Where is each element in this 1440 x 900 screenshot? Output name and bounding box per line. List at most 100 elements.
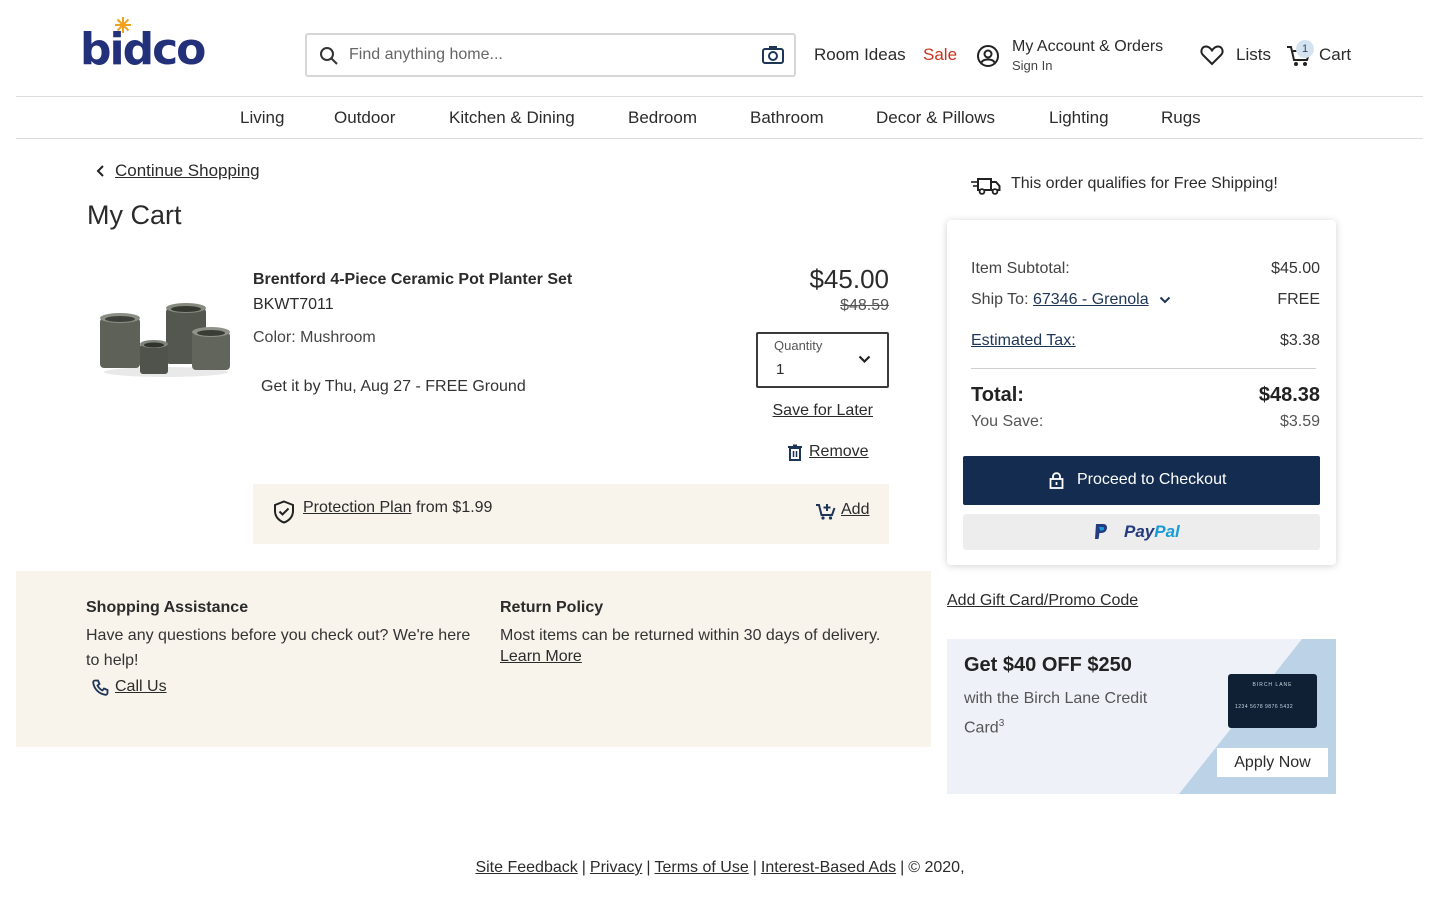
chevron-down-icon[interactable] xyxy=(1159,296,1171,304)
product-sku: BKWT7011 xyxy=(253,296,334,313)
chevron-down-icon xyxy=(858,355,871,364)
sale-link[interactable]: Sale xyxy=(923,45,957,65)
ship-to-zip-link[interactable]: 67346 - Grenola xyxy=(1033,291,1149,308)
trash-icon xyxy=(788,444,802,461)
lists-label: Lists xyxy=(1236,45,1271,64)
promo-text: with the Birch Lane Credit Card3 xyxy=(964,686,1184,740)
site-header: bidco Room Ideas Sale My Account & Order… xyxy=(0,0,1440,97)
paypal-label-pal: Pal xyxy=(1154,522,1180,541)
product-image[interactable] xyxy=(96,298,236,378)
promo-footnote: 3 xyxy=(998,718,1005,729)
protection-plan-box: Protection Plan from $1.99 Add xyxy=(253,484,889,544)
shopping-assistance-title: Shopping Assistance xyxy=(86,599,249,616)
nav-outdoor[interactable]: Outdoor xyxy=(334,108,395,128)
category-nav: Living Outdoor Kitchen & Dining Bedroom … xyxy=(0,108,1440,130)
protection-plan-price: from $1.99 xyxy=(415,499,493,516)
credit-card-image: BIRCH LANE 1234 5678 9876 5432 xyxy=(1228,674,1317,728)
protection-plan-link[interactable]: Protection Plan xyxy=(303,499,412,516)
phone-icon xyxy=(92,679,109,696)
tax-row: Estimated Tax: $3.38 xyxy=(971,332,1320,350)
chevron-left-icon xyxy=(96,165,104,177)
credit-card-promo: Get $40 OFF $250 with the Birch Lane Cre… xyxy=(947,639,1336,794)
tax-value: $3.38 xyxy=(1279,332,1320,349)
truck-icon xyxy=(971,178,1001,195)
free-shipping-text: This order qualifies for Free Shipping! xyxy=(1011,175,1278,192)
assistance-band: Shopping Assistance Have any questions b… xyxy=(16,571,931,747)
heart-icon xyxy=(1200,45,1224,66)
paypal-button[interactable]: PayPal xyxy=(963,514,1320,550)
nav-rugs[interactable]: Rugs xyxy=(1161,108,1201,128)
search-input[interactable] xyxy=(349,43,749,67)
learn-more-link[interactable]: Learn More xyxy=(500,648,582,665)
apply-now-button[interactable]: Apply Now xyxy=(1217,748,1328,777)
total-label: Total: xyxy=(971,384,1024,406)
item-price: $45.00 xyxy=(809,264,889,294)
subtotal-value: $45.00 xyxy=(1271,260,1320,277)
camera-icon[interactable] xyxy=(762,45,784,65)
shopping-assistance-text: Have any questions before you check out?… xyxy=(86,627,471,669)
cart-label: Cart xyxy=(1319,45,1352,64)
product-color: Color: Mushroom xyxy=(253,329,376,346)
quantity-value: 1 xyxy=(776,361,785,378)
search-bar[interactable] xyxy=(305,33,796,77)
add-protection-link[interactable]: Add xyxy=(841,501,869,519)
return-policy-text: Most items can be returned within 30 day… xyxy=(500,627,881,644)
call-us-link[interactable]: Call Us xyxy=(115,678,167,696)
add-gift-card-link[interactable]: Add Gift Card/Promo Code xyxy=(947,592,1138,610)
nav-bathroom[interactable]: Bathroom xyxy=(750,108,824,128)
ship-to-row: Ship To: 67346 - Grenola FREE xyxy=(971,291,1320,309)
footer-terms[interactable]: Terms of Use xyxy=(655,859,749,876)
total-value: $48.38 xyxy=(1258,384,1320,406)
subtotal-row: Item Subtotal: $45.00 xyxy=(971,260,1320,278)
order-summary: Item Subtotal: $45.00 Ship To: 67346 - G… xyxy=(947,220,1336,565)
nav-kitchen-dining[interactable]: Kitchen & Dining xyxy=(449,108,575,128)
account-title: My Account & Orders xyxy=(1012,38,1164,55)
paypal-label-pay: Pay xyxy=(1124,522,1155,541)
card-number: 1234 5678 9876 5432 xyxy=(1235,704,1294,710)
page-title: My Cart xyxy=(87,200,182,230)
return-policy-title: Return Policy xyxy=(500,599,604,616)
card-brand-name: BIRCH LANE xyxy=(1252,682,1293,688)
bidco-logo[interactable]: bidco xyxy=(80,17,206,75)
footer-interest-ads[interactable]: Interest-Based Ads xyxy=(761,859,896,876)
promo-headline: Get $40 OFF $250 xyxy=(964,654,1132,676)
nav-decor-pillows[interactable]: Decor & Pillows xyxy=(876,108,995,128)
user-icon xyxy=(977,45,999,67)
return-policy: Return Policy Most items can be returned… xyxy=(500,599,890,666)
summary-divider xyxy=(971,368,1316,369)
you-save-label: You Save: xyxy=(971,413,1044,430)
promo-text-body: with the Birch Lane Credit Card xyxy=(964,690,1148,737)
sign-in-link[interactable]: Sign In xyxy=(1012,58,1052,73)
nav-living[interactable]: Living xyxy=(240,108,284,128)
footer-site-feedback[interactable]: Site Feedback xyxy=(475,859,577,876)
quantity-select[interactable]: Quantity 1 xyxy=(756,332,889,388)
estimated-tax-link[interactable]: Estimated Tax: xyxy=(971,332,1076,349)
footer-copyright: © 2020, xyxy=(908,859,965,876)
save-for-later-link[interactable]: Save for Later xyxy=(773,402,874,420)
header-divider xyxy=(16,96,1423,97)
quantity-label: Quantity xyxy=(774,338,823,353)
call-us[interactable]: Call Us xyxy=(86,675,476,699)
continue-shopping-link[interactable]: Continue Shopping xyxy=(115,161,260,181)
cart-count-badge: 1 xyxy=(1296,40,1314,58)
nav-bedroom[interactable]: Bedroom xyxy=(628,108,697,128)
lock-icon xyxy=(1049,472,1064,489)
footer: Site Feedback | Privacy | Terms of Use | Inter… xyxy=(475,859,965,876)
you-save-value: $3.59 xyxy=(1279,413,1320,430)
paypal-label: PayPal xyxy=(1124,522,1180,542)
protection-plan-text: Protection Plan from $1.99 xyxy=(303,499,492,517)
shopping-assistance: Shopping Assistance Have any questions b… xyxy=(86,599,476,699)
delivery-estimate: Get it by Thu, Aug 27 - FREE Ground xyxy=(261,378,526,395)
total-row: Total: $48.38 xyxy=(971,384,1320,407)
footer-privacy[interactable]: Privacy xyxy=(590,859,642,876)
you-save-row: You Save: $3.59 xyxy=(971,413,1320,431)
paypal-icon xyxy=(1095,524,1108,539)
shipping-value: FREE xyxy=(1277,291,1320,308)
proceed-to-checkout-button[interactable]: Proceed to Checkout xyxy=(963,456,1320,505)
room-ideas-link[interactable]: Room Ideas xyxy=(814,45,906,65)
remove-link[interactable]: Remove xyxy=(809,443,869,461)
nav-lighting[interactable]: Lighting xyxy=(1049,108,1109,128)
product-name[interactable]: Brentford 4-Piece Ceramic Pot Planter Se… xyxy=(253,271,572,289)
logo-text: bidco xyxy=(80,24,206,75)
checkout-label: Proceed to Checkout xyxy=(1077,471,1227,488)
